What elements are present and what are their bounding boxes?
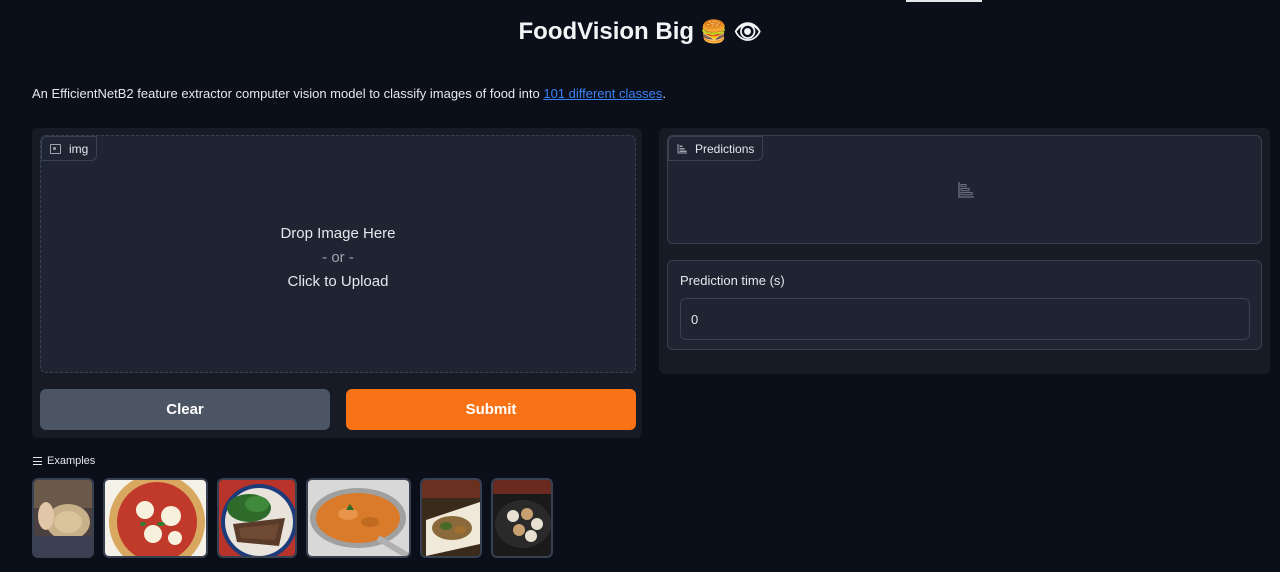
examples-header: Examples: [33, 455, 95, 467]
image-icon: [50, 143, 61, 154]
input-panel: img Drop Image Here - or - Click to Uplo…: [32, 128, 642, 438]
prediction-time-field[interactable]: 0: [680, 298, 1250, 340]
predictions-label-text: Predictions: [695, 141, 755, 156]
example-thumb-5[interactable]: [420, 478, 482, 558]
output-panel: Predictions Prediction time (s) 0: [659, 128, 1270, 374]
example-thumb-3[interactable]: [217, 478, 297, 558]
example-thumb-6[interactable]: [491, 478, 553, 558]
page-description: An EfficientNetB2 feature extractor comp…: [32, 86, 666, 101]
title-emoji: 🍔 👁: [700, 19, 762, 44]
list-icon: [33, 457, 42, 465]
or-text: - or -: [322, 249, 354, 266]
description-text: An EfficientNetB2 feature extractor comp…: [32, 86, 544, 101]
prediction-time-label: Prediction time (s): [680, 273, 785, 288]
top-tab-indicator: [906, 0, 982, 2]
empty-chart-icon: [958, 182, 974, 198]
example-image-steak: [219, 480, 295, 556]
prediction-time-box: Prediction time (s) 0: [667, 260, 1262, 350]
examples-label-text: Examples: [47, 455, 96, 467]
example-thumb-1[interactable]: [32, 478, 94, 558]
example-image-curry: [308, 480, 409, 556]
predictions-label: Predictions: [668, 136, 764, 161]
drop-image-text: Drop Image Here: [280, 225, 396, 242]
image-upload-dropzone[interactable]: img Drop Image Here - or - Click to Uplo…: [40, 135, 636, 373]
img-label-text: img: [69, 141, 89, 156]
click-to-upload-text: Click to Upload: [287, 273, 389, 290]
predictions-box: Predictions: [667, 135, 1262, 244]
page-title: FoodVision Big 🍔 👁: [0, 18, 1280, 46]
drop-instructions: Drop Image Here - or - Click to Upload: [41, 222, 635, 294]
description-end: .: [662, 86, 666, 101]
classes-link[interactable]: 101 different classes: [543, 86, 662, 101]
example-image-1: [34, 480, 92, 556]
example-image-sushi: [493, 480, 551, 556]
example-image-pizza: [105, 480, 206, 556]
page-title-text: FoodVision Big: [518, 18, 695, 45]
submit-button[interactable]: Submit: [346, 389, 636, 430]
img-label: img: [41, 136, 98, 161]
example-thumb-2[interactable]: [103, 478, 208, 558]
clear-button[interactable]: Clear: [40, 389, 330, 430]
bar-chart-icon: [677, 143, 687, 153]
example-image-salad: [422, 480, 480, 556]
example-thumb-4[interactable]: [306, 478, 411, 558]
